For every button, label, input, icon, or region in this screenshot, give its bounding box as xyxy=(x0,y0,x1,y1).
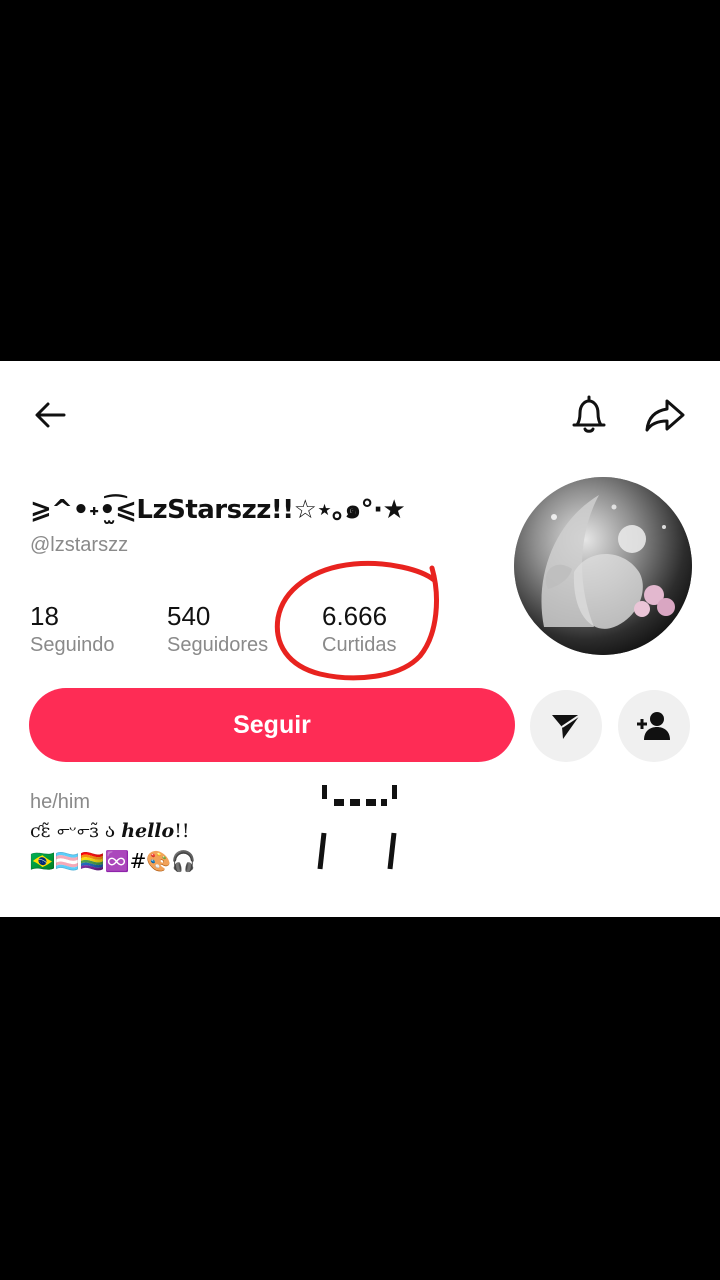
bio: he/him ƈɛ̃ ൳ᵕ൳ɜ̃ ა hello!! 🇧🇷🏳️‍⚧️🏳️‍🌈♾️… xyxy=(30,789,290,875)
screenshot-frame: ⩾^•˖•̫͡⩽LzStarszz!!☆⋆｡๑°·★ @lzstarszz 18… xyxy=(0,0,720,1280)
followers-count: 540 xyxy=(167,601,211,631)
bell-icon xyxy=(572,395,606,433)
bio-hello: hello xyxy=(121,820,175,842)
follow-button[interactable]: Seguir xyxy=(29,688,515,762)
share-arrow-icon xyxy=(645,399,685,432)
notification-button[interactable] xyxy=(565,391,613,439)
message-button[interactable] xyxy=(530,690,602,762)
share-button[interactable] xyxy=(641,391,689,439)
kaomoji-drawing xyxy=(317,785,397,870)
username: @lzstarszz xyxy=(30,534,129,556)
following-count: 18 xyxy=(30,601,59,631)
bio-emoji-line: 🇧🇷🏳️‍⚧️🏳️‍🌈♾️#🎨🎧 xyxy=(30,849,197,873)
bio-exclaim: !! xyxy=(174,820,190,842)
profile-panel: ⩾^•˖•̫͡⩽LzStarszz!!☆⋆｡๑°·★ @lzstarszz 18… xyxy=(0,361,720,917)
stat-followers[interactable]: 540 Seguidores xyxy=(167,601,268,659)
paper-plane-icon xyxy=(552,714,581,739)
fairy-statue-image xyxy=(514,477,692,655)
stat-likes: 6.666 Curtidas xyxy=(322,601,396,659)
bio-kaomoji-text: ƈɛ̃ ൳ᵕ൳ɜ̃ ა xyxy=(30,820,116,842)
arrow-left-icon xyxy=(35,402,66,428)
likes-label: Curtidas xyxy=(322,634,397,656)
bio-pronouns: he/him xyxy=(30,791,91,813)
back-button[interactable] xyxy=(26,391,74,439)
stat-following[interactable]: 18 Seguindo xyxy=(30,601,115,659)
add-user-icon xyxy=(637,712,670,740)
likes-count: 6.666 xyxy=(322,601,388,631)
following-label: Seguindo xyxy=(30,634,115,656)
display-name: ⩾^•˖•̫͡⩽LzStarszz!!☆⋆｡๑°·★ xyxy=(30,495,406,525)
followers-label: Seguidores xyxy=(167,634,269,656)
add-friend-button[interactable] xyxy=(618,690,690,762)
bio-greeting: ƈɛ̃ ൳ᵕ൳ɜ̃ ა hello!! xyxy=(30,815,290,847)
avatar[interactable] xyxy=(514,477,692,655)
